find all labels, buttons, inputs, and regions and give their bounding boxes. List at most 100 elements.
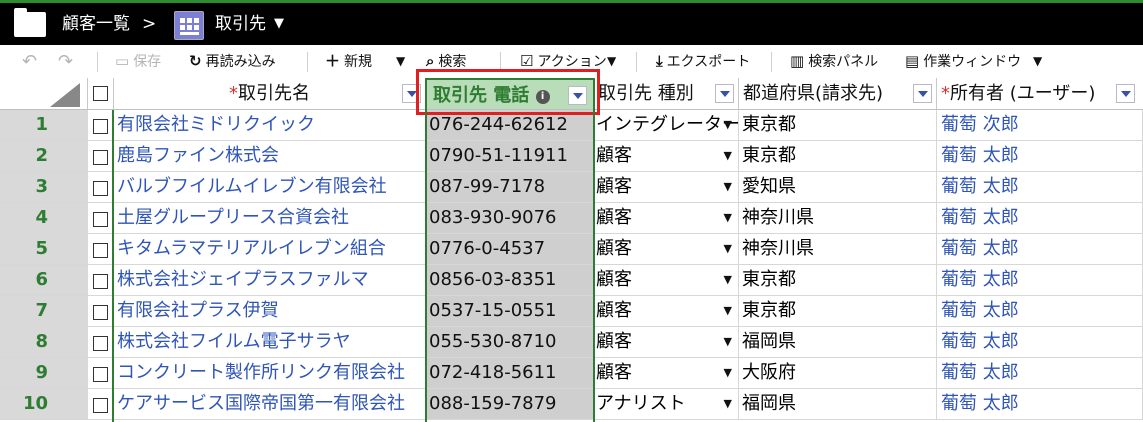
account-name-link[interactable]: コンクリート製作所リンク有限会社 [114,358,426,389]
row-number[interactable]: 2 [0,141,88,172]
phone-cell[interactable]: 0790-51-11911 [426,141,594,172]
owner-link[interactable]: 葡萄 太郎 [937,172,1143,203]
action-dropdown-icon[interactable]: ▼ [607,45,616,78]
column-header-prefecture[interactable]: 都道府県(請求先) [739,78,937,110]
phone-cell[interactable]: 088-159-7879 [426,389,594,420]
column-filter-dropdown-icon[interactable] [715,84,734,103]
type-select[interactable]: 顧客 ▼ [594,234,739,265]
folder-icon[interactable] [14,8,46,37]
owner-link[interactable]: 葡萄 太郎 [937,327,1143,358]
select-dropdown-icon[interactable]: ▼ [724,234,732,264]
owner-link[interactable]: 葡萄 太郎 [937,141,1143,172]
export-button[interactable]: ⤓ エクスポート [656,45,750,78]
select-dropdown-icon[interactable]: ▼ [724,296,732,326]
new-button[interactable]: ＋新規 [325,45,372,78]
row-checkbox-cell[interactable] [88,265,114,296]
phone-cell[interactable]: 0776-0-4537 [426,234,594,265]
breadcrumb-root[interactable]: 顧客一覧 [62,3,130,45]
row-checkbox[interactable] [93,367,108,382]
row-number[interactable]: 9 [0,358,88,389]
prefecture-cell[interactable]: 神奈川県 [739,203,937,234]
column-filter-dropdown-icon[interactable] [913,84,932,103]
type-select[interactable]: 顧客 ▼ [594,358,739,389]
row-checkbox-cell[interactable] [88,358,114,389]
reload-button[interactable]: ↻ 再読み込み [189,45,276,78]
row-checkbox-cell[interactable] [88,203,114,234]
row-checkbox-cell[interactable] [88,110,114,141]
type-select[interactable]: 顧客 ▼ [594,296,739,327]
select-dropdown-icon[interactable]: ▼ [724,172,732,202]
row-checkbox[interactable] [93,274,108,289]
table-row[interactable]: 10 ケアサービス国際帝国第一有限会社 088-159-7879 アナリスト ▼ 福岡県 葡… [0,389,1143,420]
table-row[interactable]: 7 有限会社プラス伊賀 0537-15-0551 顧客 ▼ 東京都 葡萄 太郎 [0,296,1143,327]
account-name-link[interactable]: キタムラマテリアルイレブン組合 [114,234,426,265]
select-dropdown-icon[interactable]: ▼ [724,203,732,233]
account-name-link[interactable]: 鹿島ファイン株式会 [114,141,426,172]
phone-cell[interactable]: 087-99-7178 [426,172,594,203]
column-filter-dropdown-icon[interactable] [1116,84,1135,103]
phone-cell[interactable]: 0856-03-8351 [426,265,594,296]
owner-link[interactable]: 葡萄 太郎 [937,203,1143,234]
select-dropdown-icon[interactable]: ▼ [724,265,732,295]
select-dropdown-icon[interactable]: ▼ [724,141,732,171]
prefecture-cell[interactable]: 大阪府 [739,358,937,389]
row-checkbox-cell[interactable] [88,296,114,327]
prefecture-cell[interactable]: 東京都 [739,296,937,327]
row-number[interactable]: 4 [0,203,88,234]
current-view-title[interactable]: 取引先 [215,3,266,45]
undo-icon[interactable]: ↶ [22,45,37,78]
owner-link[interactable]: 葡萄 太郎 [937,234,1143,265]
row-number[interactable]: 5 [0,234,88,265]
prefecture-cell[interactable]: 神奈川県 [739,234,937,265]
search-panel-button[interactable]: ▥ 検索パネル [790,45,878,78]
account-name-link[interactable]: ケアサービス国際帝国第一有限会社 [114,389,426,420]
account-name-link[interactable]: 株式会社フイルム電子サラヤ [114,327,426,358]
owner-link[interactable]: 葡萄 太郎 [937,358,1143,389]
account-name-link[interactable]: 有限会社ミドリクイック [114,110,426,141]
table-row[interactable]: 9 コンクリート製作所リンク有限会社 072-418-5611 顧客 ▼ 大阪府 葡萄 太郎 [0,358,1143,389]
select-dropdown-icon[interactable]: ▼ [724,358,732,388]
prefecture-cell[interactable]: 福岡県 [739,389,937,420]
row-checkbox-cell[interactable] [88,389,114,420]
prefecture-cell[interactable]: 愛知県 [739,172,937,203]
row-checkbox[interactable] [93,398,108,413]
table-row[interactable]: 4 土屋グループリース合資会社 083-930-9076 顧客 ▼ 神奈川県 葡萄 太郎 [0,203,1143,234]
select-dropdown-icon[interactable]: ▼ [724,389,732,419]
table-row[interactable]: 8 株式会社フイルム電子サラヤ 055-530-8710 顧客 ▼ 福岡県 葡萄 太郎 [0,327,1143,358]
redo-icon[interactable]: ↷ [58,45,73,78]
header-checkbox-cell[interactable] [88,78,114,110]
account-name-link[interactable]: 有限会社プラス伊賀 [114,296,426,327]
row-checkbox[interactable] [93,212,108,227]
row-number[interactable]: 6 [0,265,88,296]
save-button[interactable]: ▭ 保存 [115,45,161,78]
row-checkbox-cell[interactable] [88,327,114,358]
account-name-link[interactable]: バルブフイルムイレブン有限会社 [114,172,426,203]
column-header-type[interactable]: 取引先 種別 [594,78,739,110]
account-name-link[interactable]: 株式会社ジェイプラスファルマ [114,265,426,296]
prefecture-cell[interactable]: 東京都 [739,265,937,296]
prefecture-cell[interactable]: 東京都 [739,110,937,141]
column-header-name[interactable]: *取引先名 [114,78,426,110]
row-number[interactable]: 8 [0,327,88,358]
type-select[interactable]: 顧客 ▼ [594,265,739,296]
phone-cell[interactable]: 055-530-8710 [426,327,594,358]
phone-cell[interactable]: 0537-15-0551 [426,296,594,327]
row-checkbox[interactable] [93,181,108,196]
row-checkbox-cell[interactable] [88,234,114,265]
row-number[interactable]: 7 [0,296,88,327]
phone-cell[interactable]: 072-418-5611 [426,358,594,389]
work-window-dropdown-icon[interactable]: ▼ [1033,45,1042,78]
table-row[interactable]: 2 鹿島ファイン株式会 0790-51-11911 顧客 ▼ 東京都 葡萄 太郎 [0,141,1143,172]
owner-link[interactable]: 葡萄 太郎 [937,296,1143,327]
prefecture-cell[interactable]: 福岡県 [739,327,937,358]
type-select[interactable]: インテグレーター ▼ [594,110,739,141]
row-checkbox-cell[interactable] [88,141,114,172]
row-checkbox[interactable] [93,305,108,320]
owner-link[interactable]: 葡萄 次郎 [937,110,1143,141]
select-all-corner[interactable] [0,78,88,110]
work-window-button[interactable]: ▤ 作業ウィンドウ [905,45,1021,78]
table-row[interactable]: 6 株式会社ジェイプラスファルマ 0856-03-8351 顧客 ▼ 東京都 葡萄 太郎 [0,265,1143,296]
column-header-owner[interactable]: *所有者 (ユーザー) [937,78,1143,110]
row-checkbox[interactable] [93,119,108,134]
type-select[interactable]: 顧客 ▼ [594,203,739,234]
